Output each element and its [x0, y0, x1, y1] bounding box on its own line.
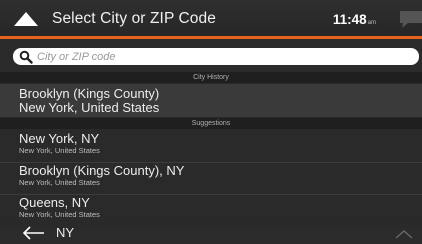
page-title: Select City or ZIP Code — [52, 10, 216, 27]
back-arrow-icon[interactable] — [22, 226, 46, 240]
history-item-primary: Brooklyn (Kings County) — [19, 86, 160, 101]
header-bar: Select City or ZIP Code 11:48am — [0, 0, 422, 38]
suggestion-secondary: New York, United States — [19, 210, 100, 219]
suggestion-item[interactable]: Queens, NY New York, United States — [0, 196, 422, 224]
messages-button[interactable] — [390, 0, 422, 38]
suggestion-item[interactable]: New York, NY New York, United States — [0, 132, 422, 162]
search-icon — [19, 50, 33, 64]
search-box[interactable] — [13, 48, 419, 65]
suggestion-secondary: New York, United States — [19, 146, 100, 155]
section-header-suggestions: Suggestions — [0, 118, 422, 129]
chevron-up-icon[interactable] — [392, 228, 416, 240]
history-item-secondary: New York, United States — [19, 100, 160, 115]
suggestion-primary: New York, NY — [19, 131, 100, 146]
clock-time: 11:48 — [332, 11, 367, 27]
suggestion-secondary: New York, United States — [19, 178, 100, 187]
message-icon — [400, 11, 422, 28]
up-arrow-icon — [14, 12, 38, 26]
search-input[interactable] — [37, 49, 419, 64]
clock: 11:48am — [333, 12, 376, 27]
history-item[interactable]: Brooklyn (Kings County) New York, United… — [0, 84, 422, 117]
search-area — [0, 39, 422, 70]
app-window: Select City or ZIP Code 11:48am City His… — [0, 0, 422, 244]
section-header-history: City History — [0, 72, 422, 83]
suggestion-primary: Brooklyn (Kings County), NY — [19, 163, 185, 178]
suggestion-item[interactable]: Brooklyn (Kings County), NY New York, Un… — [0, 164, 422, 194]
suggestion-primary: Queens, NY — [19, 195, 90, 210]
clock-ampm: am — [367, 19, 376, 26]
navigate-up-button[interactable] — [0, 0, 52, 38]
partial-list-item[interactable]: NY — [56, 226, 74, 240]
